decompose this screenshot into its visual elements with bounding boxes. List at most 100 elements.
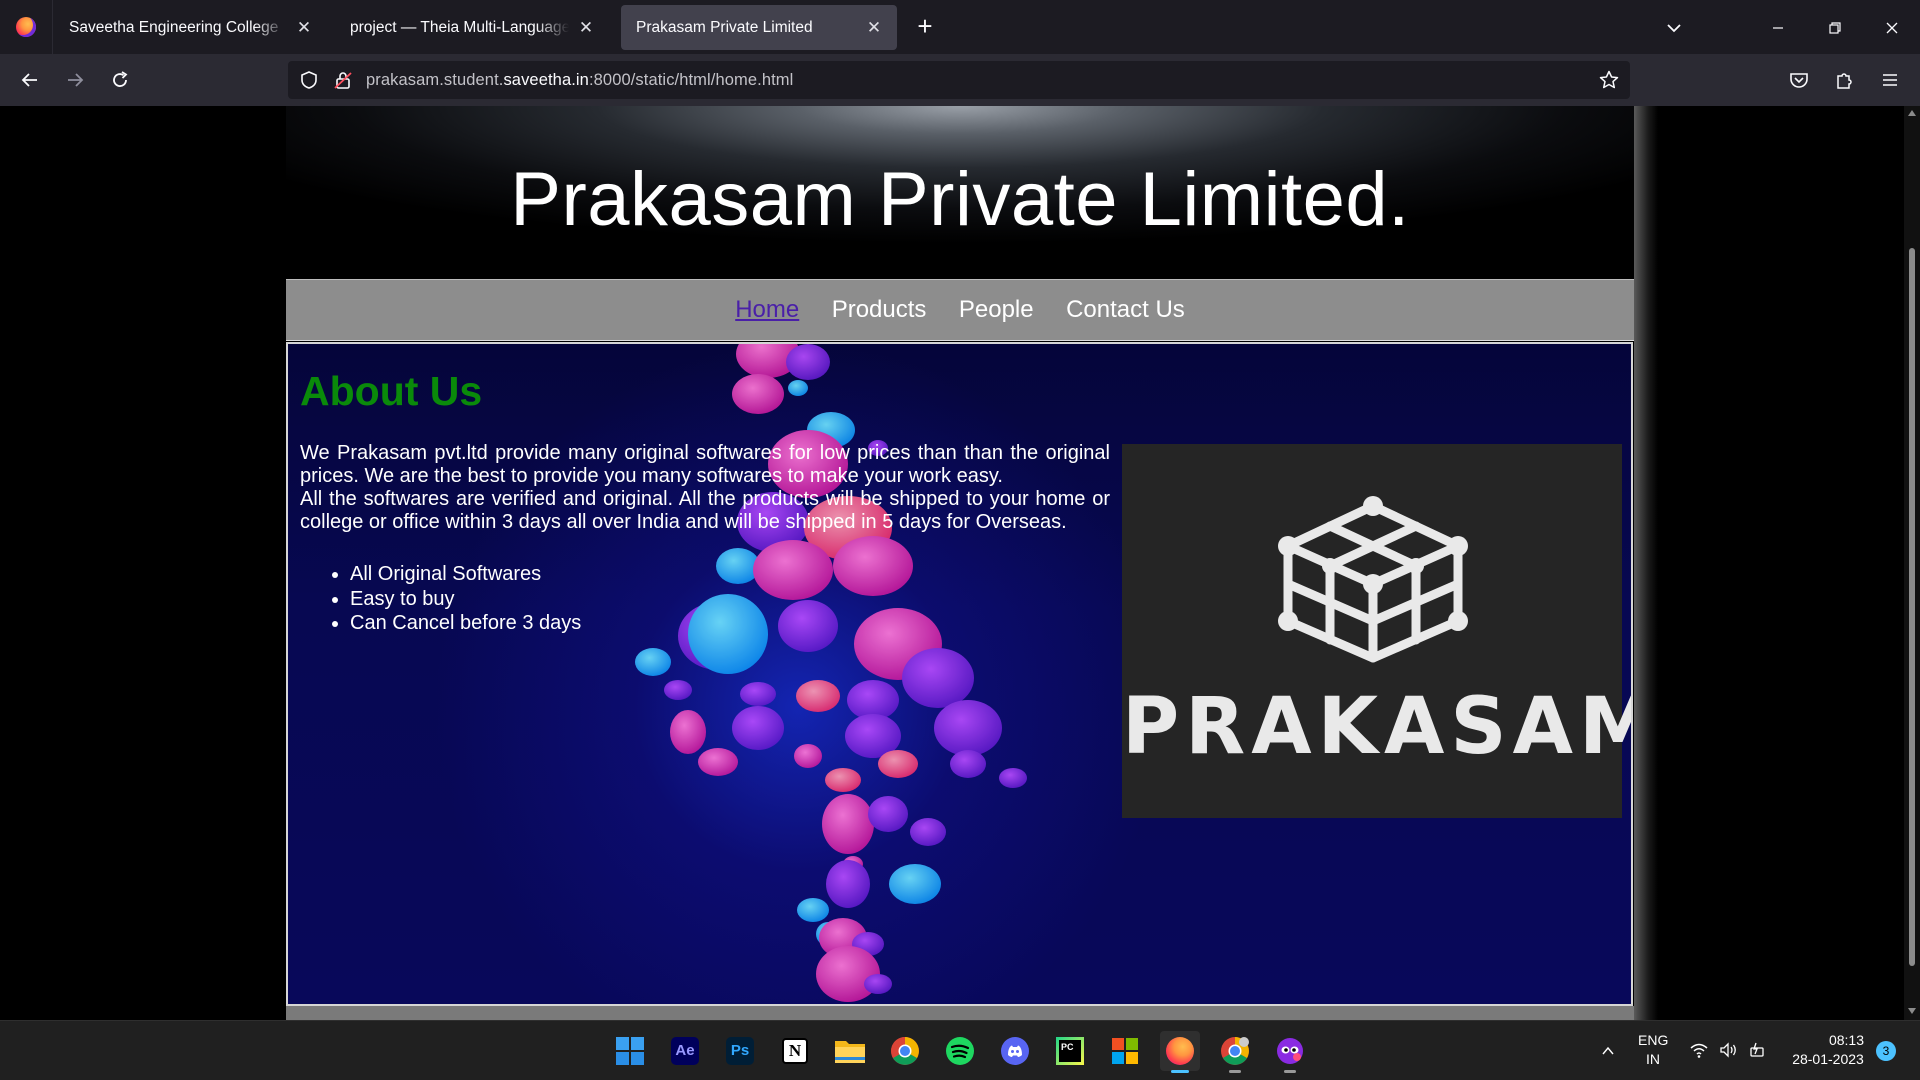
chrome-logo-icon — [1221, 1037, 1249, 1065]
region-code: IN — [1646, 1051, 1660, 1067]
chrome-profile-icon[interactable] — [1215, 1031, 1255, 1073]
firefox-menu-icon[interactable] — [0, 0, 53, 54]
battery-icon[interactable] — [1748, 1040, 1768, 1060]
page-viewport: Prakasam Private Limited. Home Products … — [0, 106, 1904, 1020]
close-icon[interactable]: ✕ — [577, 18, 595, 38]
clock-time: 08:13 — [1828, 1032, 1864, 1048]
web-page: Prakasam Private Limited. Home Products … — [286, 106, 1634, 1020]
nav-people-link[interactable]: People — [959, 280, 1034, 340]
scroll-down-arrow-icon[interactable] — [1908, 1008, 1916, 1014]
restore-button[interactable] — [1821, 14, 1849, 42]
chrome-logo-icon — [891, 1037, 919, 1065]
navigation-toolbar: prakasam.student.saveetha.in:8000/static… — [0, 54, 1920, 106]
app-grid-icon[interactable] — [1105, 1031, 1145, 1071]
discord-logo-icon — [1001, 1037, 1029, 1065]
about-text: We Prakasam pvt.ltd provide many origina… — [300, 442, 1110, 534]
pocket-icon — [1790, 73, 1808, 88]
tab-title: Prakasam Private Limited — [636, 18, 813, 36]
page-scrollbar[interactable] — [1904, 106, 1920, 1020]
firefox-icon[interactable] — [1160, 1031, 1200, 1073]
url-text[interactable]: prakasam.student.saveetha.in:8000/static… — [366, 71, 793, 90]
nav-products-link[interactable]: Products — [832, 280, 927, 340]
spotify-logo-icon — [946, 1037, 974, 1065]
page-shadow — [1634, 106, 1658, 1020]
nav-contact-link[interactable]: Contact Us — [1066, 280, 1185, 340]
scrollbar-thumb[interactable] — [1909, 248, 1915, 966]
close-window-button[interactable] — [1878, 14, 1906, 42]
minimize-icon — [1773, 27, 1783, 29]
cube-network-icon — [1278, 496, 1468, 663]
pocket-button[interactable] — [1783, 64, 1815, 96]
hamburger-icon — [1883, 74, 1897, 86]
url-domain: saveetha.in — [503, 71, 589, 89]
file-explorer-icon[interactable] — [830, 1031, 870, 1071]
clock-date: 28-01-2023 — [1792, 1051, 1864, 1067]
chrome-icon[interactable] — [885, 1031, 925, 1071]
back-button[interactable] — [14, 64, 46, 96]
list-item: Easy to buy — [350, 587, 581, 612]
list-item: Can Cancel before 3 days — [350, 611, 581, 636]
wifi-icon[interactable] — [1689, 1040, 1709, 1060]
running-indicator — [1284, 1070, 1296, 1073]
close-icon[interactable]: ✕ — [295, 18, 313, 38]
tab-theia-project[interactable]: project — Theia Multi-Language Ex ✕ — [335, 5, 609, 50]
windows-start-icon[interactable] — [610, 1031, 650, 1071]
close-icon — [1886, 22, 1898, 34]
pycharm-icon[interactable]: PC — [1050, 1031, 1090, 1071]
notion-label: N — [782, 1038, 808, 1064]
url-subdomain: prakasam.student. — [366, 71, 504, 89]
windows-taskbar: Ae Ps N PC ENG IN 08:13 28-01-2023 — [0, 1020, 1920, 1080]
pycharm-logo-frame: PC — [1056, 1037, 1084, 1065]
spotify-icon[interactable] — [940, 1031, 980, 1071]
shield-icon[interactable] — [298, 69, 320, 91]
tab-title: Saveetha Engineering College — [69, 18, 279, 36]
puzzle-icon — [1837, 73, 1852, 89]
clock[interactable]: 08:13 28-01-2023 — [1786, 1031, 1870, 1069]
address-bar[interactable]: prakasam.student.saveetha.in:8000/static… — [288, 61, 1630, 99]
volume-icon[interactable] — [1718, 1040, 1738, 1060]
arrow-left-icon — [21, 73, 37, 87]
extensions-button[interactable] — [1829, 64, 1861, 96]
bookmark-star-icon[interactable] — [1598, 69, 1620, 91]
after-effects-label: Ae — [671, 1037, 699, 1065]
windows-logo-icon — [616, 1037, 644, 1065]
tab-title: project — Theia Multi-Language Ex — [350, 18, 569, 36]
site-header: Prakasam Private Limited. — [286, 106, 1634, 278]
page-footer-strip — [286, 1006, 1634, 1020]
tab-prakasam[interactable]: Prakasam Private Limited ✕ — [621, 5, 897, 50]
discord-icon[interactable] — [995, 1031, 1035, 1071]
photoshop-icon[interactable]: Ps — [720, 1031, 760, 1071]
chevron-up-icon[interactable] — [1600, 1043, 1616, 1059]
new-tab-button[interactable]: + — [910, 11, 940, 43]
nav-home-link[interactable]: Home — [735, 280, 799, 340]
insecure-lock-icon[interactable] — [332, 69, 354, 91]
site-nav: Home Products People Contact Us — [286, 279, 1634, 341]
restore-icon — [1829, 22, 1841, 34]
app-menu-button[interactable] — [1874, 64, 1906, 96]
forward-button[interactable] — [59, 64, 91, 96]
after-effects-icon[interactable]: Ae — [665, 1031, 705, 1071]
about-section: About Us We Prakasam pvt.ltd provide man… — [286, 342, 1633, 1006]
notion-icon[interactable]: N — [775, 1031, 815, 1071]
scroll-up-arrow-icon[interactable] — [1908, 110, 1916, 116]
folder-icon — [835, 1041, 865, 1063]
firefox-logo-icon — [1166, 1037, 1194, 1065]
features-list: All Original Softwares Easy to buy Can C… — [350, 562, 581, 636]
arrow-right-icon — [68, 73, 84, 87]
photoshop-label: Ps — [726, 1037, 754, 1065]
about-paragraph: We Prakasam pvt.ltd provide many origina… — [300, 442, 1110, 487]
list-item: All Original Softwares — [350, 562, 581, 587]
list-all-tabs-button[interactable] — [1660, 14, 1688, 42]
close-icon[interactable]: ✕ — [865, 18, 883, 38]
active-indicator — [1171, 1070, 1189, 1073]
minimize-button[interactable] — [1764, 14, 1792, 42]
reload-button[interactable] — [104, 64, 136, 96]
tab-saveetha[interactable]: Saveetha Engineering College ✕ — [54, 5, 327, 50]
pycharm-label: PC — [1059, 1040, 1081, 1062]
mask-app-icon[interactable] — [1270, 1031, 1310, 1073]
notification-badge[interactable]: 3 — [1876, 1041, 1896, 1061]
language-indicator[interactable]: ENG IN — [1638, 1031, 1668, 1069]
language-code: ENG — [1638, 1032, 1669, 1048]
logo-wordmark: PRAKASAM — [1122, 682, 1633, 772]
reload-icon — [113, 71, 128, 87]
